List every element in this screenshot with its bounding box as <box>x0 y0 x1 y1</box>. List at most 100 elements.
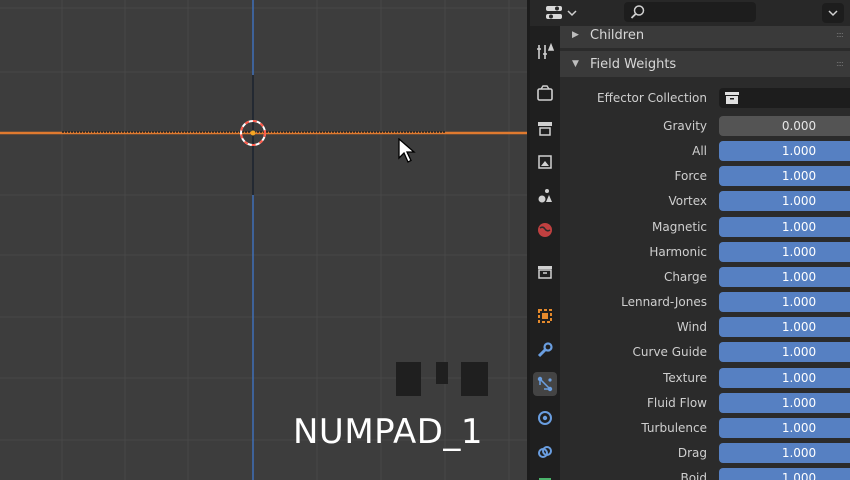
weight-row-lennard-jones: Lennard-Jones 1.000 <box>560 292 850 313</box>
3d-viewport[interactable]: NUMPAD_1 <box>0 0 527 480</box>
view-layer-icon <box>538 155 552 169</box>
weight-value-field[interactable]: 0.000 <box>719 116 850 136</box>
weight-row-vortex: Vortex 1.000 <box>560 191 850 212</box>
weight-row-drag: Drag 1.000 <box>560 442 850 463</box>
chevron-down-icon <box>567 10 577 17</box>
mouse-pointer-icon <box>398 138 416 163</box>
weight-value-field[interactable]: 1.000 <box>719 417 850 438</box>
object-icon <box>538 309 552 323</box>
drag-grip-icon[interactable]: :::: <box>836 30 848 39</box>
weight-row-turbulence: Turbulence 1.000 <box>560 417 850 438</box>
weight-row-force: Force 1.000 <box>560 166 850 187</box>
particles-icon <box>537 376 553 392</box>
object-origin <box>250 130 256 136</box>
world-icon <box>538 223 552 237</box>
search-input[interactable] <box>624 2 756 22</box>
properties-tabs <box>530 26 560 480</box>
modifier-icon <box>537 342 553 358</box>
tab-render[interactable] <box>533 82 557 106</box>
collapsed-arrow-icon: ▶ <box>572 30 579 40</box>
weight-label: Vortex <box>668 194 707 209</box>
render-icon <box>537 85 553 101</box>
weight-row-boid: Boid 1.000 <box>560 468 850 480</box>
editor-type-button[interactable] <box>540 2 582 24</box>
tab-tool[interactable] <box>533 40 557 64</box>
weight-label: Texture <box>663 370 707 385</box>
tab-collection[interactable] <box>533 260 557 284</box>
options-dropdown-button[interactable] <box>822 3 844 23</box>
weight-value-field[interactable]: 1.000 <box>719 468 850 480</box>
weight-row-charge: Charge 1.000 <box>560 266 850 287</box>
weight-value-field[interactable]: 1.000 <box>719 317 850 338</box>
tab-data[interactable] <box>533 472 557 480</box>
weight-value-field[interactable]: 1.000 <box>719 191 850 212</box>
weight-label: Magnetic <box>652 219 707 234</box>
weight-value-field[interactable]: 1.000 <box>719 292 850 313</box>
weight-value-field[interactable]: 1.000 <box>719 166 850 187</box>
data-icon <box>539 478 551 480</box>
screencast-keys-glyph <box>436 362 448 384</box>
keystroke-overlay: NUMPAD_1 <box>293 412 484 452</box>
drag-grip-icon[interactable]: :::: <box>836 59 848 68</box>
tab-output[interactable] <box>533 116 557 140</box>
weight-label: Curve Guide <box>632 345 707 360</box>
properties-editor: ▶ Children :::: ▼ Field Weights :::: Eff… <box>530 0 850 480</box>
properties-content: ▶ Children :::: ▼ Field Weights :::: Eff… <box>560 26 850 480</box>
weight-label: Boid <box>680 471 707 480</box>
weight-value-field[interactable]: 1.000 <box>719 367 850 388</box>
weight-label: Harmonic <box>649 244 707 259</box>
weight-row-texture: Texture 1.000 <box>560 367 850 388</box>
weight-value-field[interactable]: 1.000 <box>719 241 850 262</box>
effector-collection-label: Effector Collection <box>597 91 707 105</box>
scene-icon <box>538 189 552 203</box>
panel-header-children[interactable]: ▶ Children :::: <box>560 26 850 48</box>
panel-header-field-weights[interactable]: ▼ Field Weights :::: <box>560 51 850 77</box>
chevron-down-icon <box>828 10 838 17</box>
weight-row-curve-guide: Curve Guide 1.000 <box>560 342 850 363</box>
tab-object[interactable] <box>533 304 557 328</box>
collection-icon <box>725 92 739 104</box>
weight-label: Wind <box>676 320 707 335</box>
weight-row-all: All 1.000 <box>560 141 850 162</box>
tab-constraints[interactable] <box>533 440 557 464</box>
weight-row-magnetic: Magnetic 1.000 <box>560 216 850 237</box>
weight-label: Lennard-Jones <box>621 295 707 310</box>
weight-label: Force <box>674 169 707 184</box>
weight-label: Drag <box>677 445 707 460</box>
output-icon <box>538 122 552 136</box>
weight-row-fluid-flow: Fluid Flow 1.000 <box>560 392 850 413</box>
weight-label: Turbulence <box>641 420 707 435</box>
collection-icon <box>538 266 552 279</box>
weight-value-field[interactable]: 1.000 <box>719 342 850 363</box>
effector-collection-field[interactable] <box>719 88 850 108</box>
viewport-grid <box>0 0 527 480</box>
tab-modifiers[interactable] <box>533 338 557 362</box>
weight-value-field[interactable]: 1.000 <box>719 216 850 237</box>
weight-label: Fluid Flow <box>647 395 707 410</box>
weight-value-field[interactable]: 1.000 <box>719 141 850 162</box>
weight-label: Gravity <box>663 119 707 133</box>
tab-particles[interactable] <box>533 372 557 396</box>
screencast-keys-glyph <box>461 362 488 396</box>
tab-world[interactable] <box>533 218 557 242</box>
weight-label: All <box>692 144 707 159</box>
weight-label: Charge <box>663 269 707 284</box>
tool-icon <box>537 43 554 59</box>
search-icon <box>630 5 645 19</box>
panel-title: Field Weights <box>590 56 677 72</box>
properties-header <box>530 0 850 26</box>
weight-value-field[interactable]: 1.000 <box>719 442 850 463</box>
effector-collection-row: Effector Collection <box>560 88 850 108</box>
weight-value-field[interactable]: 1.000 <box>719 266 850 287</box>
properties-editor-icon <box>546 6 562 19</box>
weight-row-gravity: Gravity 0.000 <box>560 116 850 136</box>
weight-row-harmonic: Harmonic 1.000 <box>560 241 850 262</box>
screencast-keys-glyph <box>396 362 421 396</box>
tab-scene[interactable] <box>533 184 557 208</box>
constraints-icon <box>538 446 552 458</box>
tab-view-layer[interactable] <box>533 150 557 174</box>
physics-icon <box>538 411 552 425</box>
panel-title: Children <box>590 27 645 43</box>
tab-physics[interactable] <box>533 406 557 430</box>
weight-value-field[interactable]: 1.000 <box>719 392 850 413</box>
